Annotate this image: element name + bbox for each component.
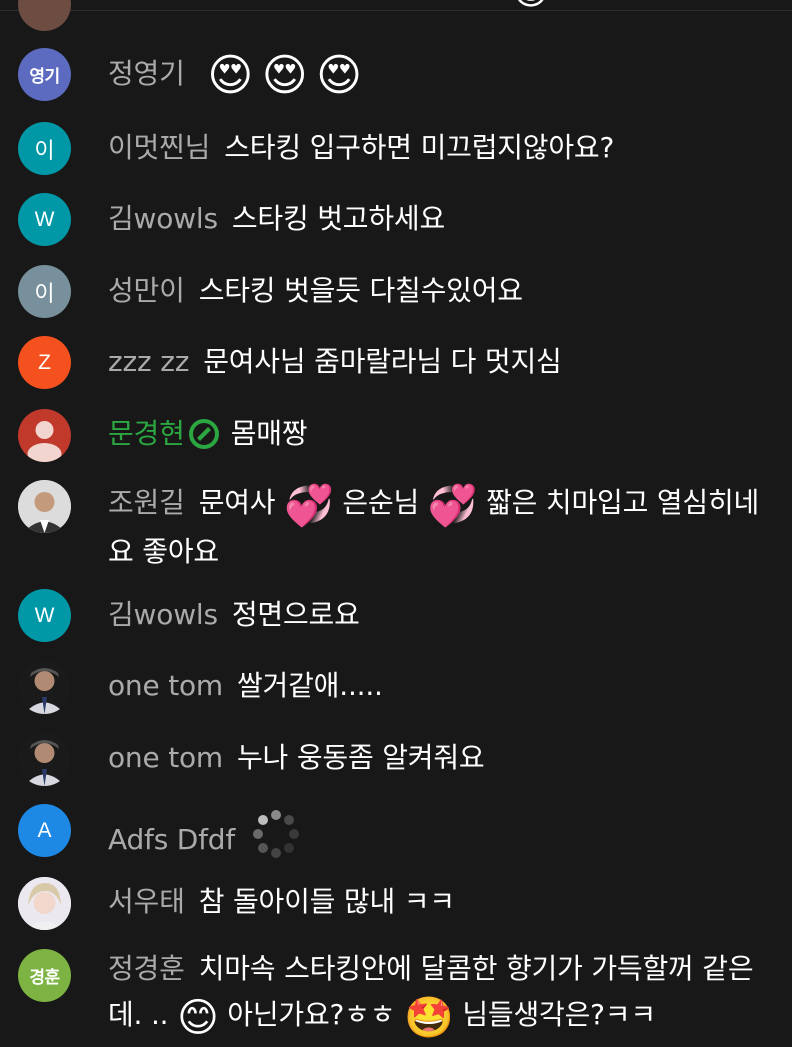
message-text: 은순님	[342, 486, 420, 519]
star-struck-emoji-icon: 🤩	[404, 995, 454, 1041]
author-name[interactable]: 정영기	[108, 57, 185, 90]
avatar: W	[18, 589, 71, 642]
message-text: 아닌가요?ㅎㅎ	[227, 998, 396, 1031]
avatar: 영기	[18, 48, 71, 101]
avatar	[18, 877, 71, 930]
message-text: 스타킹 벗고하세요	[231, 202, 446, 235]
avatar	[18, 661, 71, 714]
avatar: 경훈	[18, 949, 71, 1002]
author-name[interactable]: 서우태	[108, 885, 185, 918]
author-name[interactable]: 정경훈	[108, 952, 185, 985]
smiling-face-emoji-icon: 😊	[177, 995, 219, 1041]
message-text: 참 돌아이들 많내 ㅋㅋ	[198, 885, 455, 918]
message-text: 문여사	[198, 486, 276, 519]
author-name[interactable]: 조원길	[108, 486, 185, 519]
avatar	[18, 480, 71, 533]
author-name[interactable]: one tom	[108, 741, 223, 774]
heart-eyes-emoji-icon: 😍	[261, 50, 308, 101]
default-person-icon	[27, 421, 62, 462]
message-text: 쌀거같애.....	[237, 669, 383, 702]
author-name[interactable]: 김wowls	[108, 202, 218, 235]
author-name[interactable]: 김wowls	[108, 598, 218, 631]
moderator-badge-icon	[188, 417, 219, 463]
user-photo-icon	[18, 480, 71, 533]
avatar: 이	[18, 265, 71, 318]
avatar: W	[18, 193, 71, 246]
author-name[interactable]: 문경현	[108, 417, 185, 450]
message-text: 님들생각은?ㅋㅋ	[462, 998, 656, 1031]
revolving-hearts-emoji-icon: 💞	[427, 483, 478, 529]
author-name[interactable]: 성만이	[108, 274, 185, 307]
loading-spinner-icon	[249, 807, 303, 875]
emoji-icon: 😍	[512, 0, 550, 13]
avatar	[18, 733, 71, 786]
message-text: 스타킹 벗을듯 다칠수있어요	[198, 274, 523, 307]
top-divider	[0, 10, 792, 11]
avatar	[18, 0, 71, 31]
message-text: 스타킹 입구하면 미끄럽지않아요?	[224, 131, 615, 164]
message-text: 정면으로요	[231, 598, 360, 631]
author-name[interactable]: Adfs Dfdf	[108, 823, 235, 856]
revolving-hearts-emoji-icon: 💞	[284, 483, 334, 529]
avatar	[18, 409, 71, 462]
avatar: 이	[18, 122, 71, 175]
author-name[interactable]: zzz zz	[108, 345, 189, 378]
heart-eyes-emoji-icon: 😍	[316, 50, 362, 101]
user-photo-icon	[18, 877, 71, 930]
avatar: Z	[18, 336, 71, 389]
message-text: 누나 웅동좀 알켜줘요	[237, 741, 485, 774]
user-photo-icon	[18, 733, 71, 786]
author-name[interactable]: 이멋찐님	[108, 131, 210, 164]
avatar: A	[18, 804, 71, 857]
author-name[interactable]: one tom	[108, 669, 223, 702]
heart-eyes-emoji-icon: 😍	[207, 50, 254, 101]
message-text: 몸매짱	[230, 417, 308, 450]
user-photo-icon	[18, 661, 71, 714]
message-text: 문여사님 줌마랄라님 다 멋지심	[203, 345, 562, 378]
